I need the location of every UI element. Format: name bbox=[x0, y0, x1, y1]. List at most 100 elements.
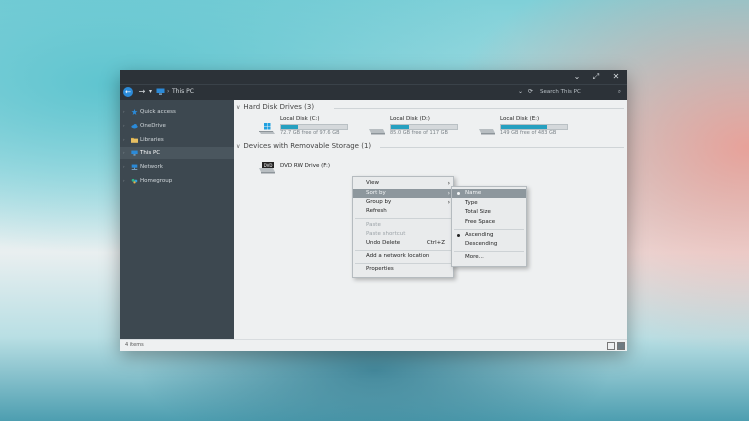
menu-item-label: Ascending bbox=[465, 232, 494, 238]
submenu-arrow-icon: › bbox=[447, 190, 450, 197]
group-header-hard-disk-drives[interactable]: ∨ Hard Disk Drives (3) bbox=[236, 102, 314, 113]
radio-dot-icon bbox=[457, 234, 460, 237]
computer-icon bbox=[156, 88, 165, 95]
drive-free-space: 85.0 GB free of 117 GB bbox=[390, 130, 448, 136]
dvd-label: DVD bbox=[264, 163, 273, 168]
navigation-pane: › Quick access › OneDrive › Libraries › … bbox=[120, 100, 234, 339]
large-icons-view-button[interactable] bbox=[617, 342, 625, 350]
drive-item-e[interactable]: Local Disk (E:) 149 GB free of 483 GB bbox=[478, 115, 578, 141]
menu-separator bbox=[454, 229, 524, 230]
drive-item-d[interactable]: Local Disk (D:) 85.0 GB free of 117 GB bbox=[368, 115, 468, 141]
menu-separator bbox=[454, 251, 524, 252]
menu-item-label: Total Size bbox=[465, 209, 491, 215]
recent-locations-button[interactable]: ▾ bbox=[149, 87, 155, 97]
drive-icon bbox=[479, 129, 495, 135]
cloud-icon bbox=[131, 124, 138, 129]
expand-arrow-icon[interactable]: › bbox=[123, 161, 125, 173]
details-view-button[interactable] bbox=[607, 342, 615, 350]
sort-option-descending[interactable]: Descending bbox=[452, 240, 526, 249]
menu-item-label: Sort by bbox=[366, 190, 386, 196]
menu-item-shortcut: Ctrl+Z bbox=[426, 240, 445, 246]
sidebar-item-onedrive[interactable]: › OneDrive bbox=[120, 120, 234, 132]
menu-item-label: Paste bbox=[366, 222, 381, 228]
drive-name: Local Disk (C:) bbox=[280, 116, 320, 122]
sort-option-ascending[interactable]: Ascending bbox=[452, 231, 526, 240]
expand-arrow-icon[interactable]: › bbox=[123, 147, 125, 159]
sort-by-submenu: Name Type Total Size Free Space Ascendin… bbox=[451, 186, 527, 267]
close-button[interactable]: ✕ bbox=[609, 72, 623, 82]
dvd-drive-icon: DVD bbox=[259, 162, 275, 174]
drive-name: Local Disk (E:) bbox=[500, 116, 540, 122]
sort-option-type[interactable]: Type bbox=[452, 199, 526, 208]
menu-item-label: Properties bbox=[366, 266, 394, 272]
submenu-arrow-icon: › bbox=[447, 180, 450, 187]
menu-item-properties[interactable]: Properties bbox=[353, 265, 453, 274]
menu-item-label: Descending bbox=[465, 241, 498, 247]
sort-option-total-size[interactable]: Total Size bbox=[452, 208, 526, 217]
sidebar-item-label: This PC bbox=[140, 150, 161, 156]
menu-item-sort-by[interactable]: Sort by › bbox=[353, 189, 453, 198]
menu-item-label: More... bbox=[465, 254, 484, 260]
sidebar-item-libraries[interactable]: › Libraries bbox=[120, 134, 234, 146]
refresh-icon[interactable]: ⟳ bbox=[528, 87, 533, 97]
sidebar-item-this-pc[interactable]: › This PC bbox=[120, 147, 234, 159]
menu-separator bbox=[355, 218, 451, 219]
expand-arrow-icon[interactable]: › bbox=[123, 120, 125, 132]
menu-item-view[interactable]: View › bbox=[353, 179, 453, 188]
drive-icon bbox=[369, 129, 385, 135]
collapse-chevron-icon[interactable]: ∨ bbox=[236, 103, 240, 113]
sort-option-name[interactable]: Name bbox=[452, 189, 526, 198]
sort-option-free-space[interactable]: Free Space bbox=[452, 218, 526, 227]
sort-option-more[interactable]: More... bbox=[452, 253, 526, 262]
menu-item-paste[interactable]: Paste bbox=[353, 221, 453, 230]
menu-item-label: Undo Delete bbox=[366, 240, 401, 246]
menu-item-paste-shortcut[interactable]: Paste shortcut bbox=[353, 230, 453, 239]
menu-item-undo-delete[interactable]: Undo Delete Ctrl+Z bbox=[353, 239, 453, 248]
menu-item-group-by[interactable]: Group by › bbox=[353, 198, 453, 207]
menu-item-label: Refresh bbox=[366, 208, 387, 214]
breadcrumb-separator: › bbox=[167, 88, 170, 95]
expand-arrow-icon[interactable]: › bbox=[123, 175, 125, 187]
menu-item-label: Group by bbox=[366, 199, 392, 205]
minimize-button[interactable]: ⌄ bbox=[570, 72, 584, 82]
sidebar-item-quick-access[interactable]: › Quick access bbox=[120, 106, 234, 118]
sidebar-item-label: Libraries bbox=[140, 137, 164, 143]
sidebar-item-label: Quick access bbox=[140, 109, 176, 115]
expand-arrow-icon[interactable]: › bbox=[123, 134, 125, 146]
menu-item-refresh[interactable]: Refresh bbox=[353, 207, 453, 216]
menu-separator bbox=[355, 263, 451, 264]
sidebar-item-network[interactable]: › Network bbox=[120, 161, 234, 173]
item-count: 4 items bbox=[125, 342, 144, 348]
menu-separator bbox=[355, 250, 451, 251]
menu-item-label: Type bbox=[465, 200, 478, 206]
sidebar-item-label: Homegroup bbox=[140, 178, 173, 184]
menu-item-add-network-location[interactable]: Add a network location bbox=[353, 252, 453, 261]
breadcrumb[interactable]: This PC bbox=[172, 87, 194, 97]
folder-icon bbox=[131, 137, 138, 143]
maximize-button[interactable]: ⤢ bbox=[589, 72, 603, 82]
group-title: Hard Disk Drives (3) bbox=[243, 103, 315, 111]
forward-button[interactable]: → bbox=[137, 87, 147, 97]
menu-item-label: Paste shortcut bbox=[366, 231, 406, 237]
search-input[interactable]: Search This PC ⌕ bbox=[538, 87, 622, 97]
expand-arrow-icon[interactable]: › bbox=[123, 106, 125, 118]
group-header-removable-storage[interactable]: ∨ Devices with Removable Storage (1) bbox=[236, 141, 371, 152]
drive-name: Local Disk (D:) bbox=[390, 116, 430, 122]
windows-drive-icon bbox=[259, 123, 275, 134]
collapse-chevron-icon[interactable]: ∨ bbox=[236, 142, 240, 152]
menu-item-label: Add a network location bbox=[366, 253, 430, 259]
navigation-bar: ← → ▾ › This PC ⌄ ⟳ Search This PC ⌕ bbox=[120, 84, 627, 100]
drive-item-dvd[interactable]: DVD DVD RW Drive (F:) bbox=[258, 160, 358, 180]
address-dropdown-icon[interactable]: ⌄ bbox=[518, 87, 523, 97]
drive-name: DVD RW Drive (F:) bbox=[280, 163, 330, 169]
computer-icon bbox=[131, 150, 138, 156]
back-button[interactable]: ← bbox=[123, 87, 133, 97]
sidebar-item-homegroup[interactable]: › Homegroup bbox=[120, 175, 234, 187]
homegroup-icon bbox=[131, 178, 138, 184]
group-divider bbox=[380, 147, 624, 148]
drive-item-c[interactable]: Local Disk (C:) 72.7 GB free of 97.6 GB bbox=[258, 115, 358, 141]
title-bar: ⌄ ⤢ ✕ bbox=[120, 70, 627, 84]
group-title: Devices with Removable Storage (1) bbox=[243, 142, 372, 150]
radio-dot-icon bbox=[457, 192, 460, 195]
search-icon[interactable]: ⌕ bbox=[618, 87, 621, 97]
